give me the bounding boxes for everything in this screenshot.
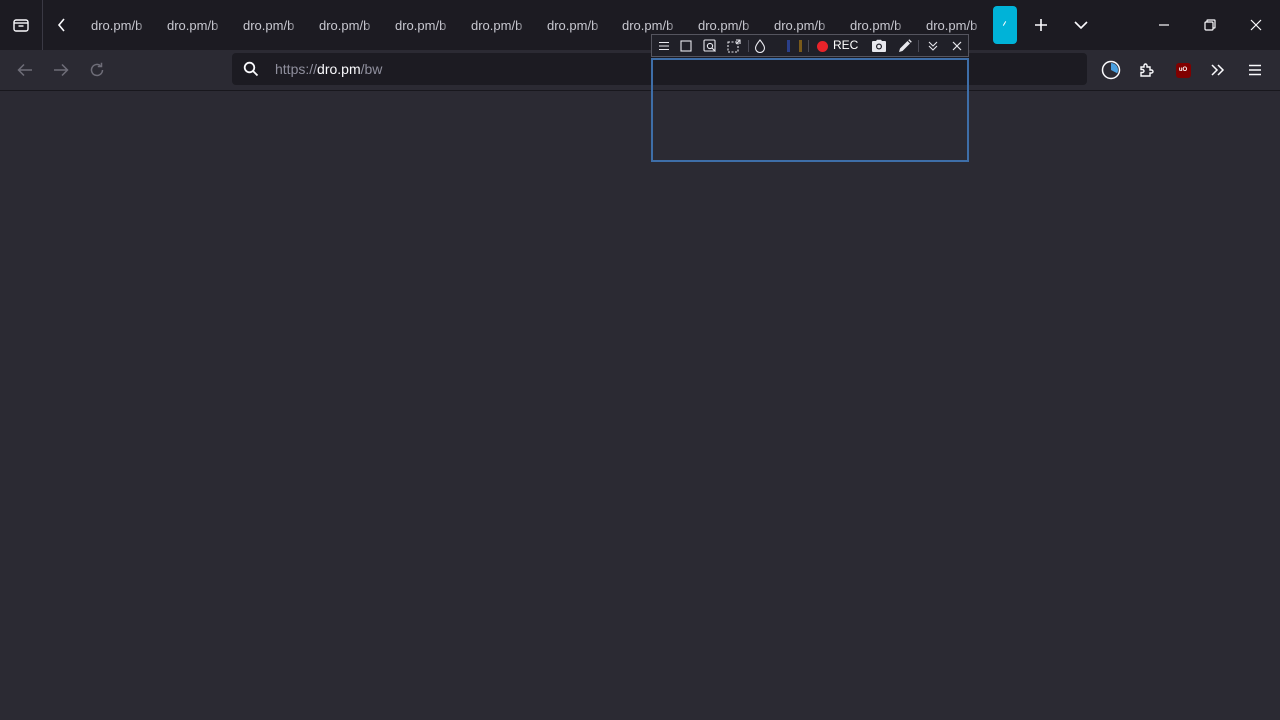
tab[interactable]: dro.pm/b — [471, 0, 533, 50]
resize-region-icon[interactable] — [725, 37, 743, 55]
capture-toolbar: REC — [651, 34, 969, 57]
puzzle-icon[interactable] — [1134, 57, 1160, 83]
tab-divider — [42, 0, 43, 50]
tab-list-icon[interactable] — [8, 12, 34, 38]
zoom-region-icon[interactable] — [701, 37, 719, 55]
tab[interactable]: dro.pm/b — [91, 0, 153, 50]
arrow-left-icon[interactable] — [12, 57, 38, 83]
camera-icon[interactable] — [870, 37, 888, 55]
tab-label: dro.pm/b — [850, 17, 902, 33]
tab[interactable]: dro.pm/b — [167, 0, 229, 50]
tab[interactable]: dro.pm/b — [319, 0, 381, 50]
arrow-right-icon[interactable] — [48, 57, 74, 83]
toolbar-divider — [918, 40, 919, 52]
url-text[interactable]: https://dro.pm/bw — [275, 61, 382, 77]
chevron-down-icon[interactable] — [1068, 12, 1094, 38]
url-path: /bw — [360, 61, 383, 77]
toolbar-divider — [748, 40, 749, 52]
rectangle-select-icon[interactable] — [677, 37, 695, 55]
color-swatch[interactable] — [799, 40, 802, 52]
tab-label: dro.pm/b — [319, 17, 371, 33]
record-label[interactable]: REC — [833, 39, 858, 52]
tab-label: dro.pm/b — [698, 17, 750, 33]
restore-icon[interactable] — [1197, 12, 1223, 38]
tab[interactable]: dro.pm/b — [547, 0, 609, 50]
double-chevron-right-icon[interactable] — [1205, 57, 1231, 83]
tab-label: dro.pm/b — [91, 17, 143, 33]
tab-label: dro.pm/b — [471, 17, 523, 33]
color-picker-icon[interactable] — [751, 37, 769, 55]
close-icon[interactable] — [1243, 12, 1269, 38]
reload-icon[interactable] — [84, 57, 110, 83]
tab-label: dro.pm/b — [243, 17, 295, 33]
url-scheme: https:// — [275, 61, 318, 77]
navigation-toolbar: https://dro.pm/bw uO — [0, 50, 1280, 91]
tab-label: dro.pm/b — [926, 17, 978, 33]
page-content — [0, 91, 1280, 720]
tab-loading-indicator — [1002, 21, 1007, 26]
tab-label: dro.pm/b — [622, 17, 674, 33]
tab[interactable]: dro.pm/b — [395, 0, 457, 50]
pencil-icon[interactable] — [896, 37, 914, 55]
pie-chart-icon[interactable] — [1098, 57, 1124, 83]
tab[interactable]: dro.pm/b — [243, 0, 305, 50]
minimize-icon[interactable] — [1151, 12, 1177, 38]
search-icon — [243, 61, 259, 77]
toolbar-divider — [808, 40, 809, 52]
close-icon[interactable] — [948, 37, 966, 55]
color-swatch[interactable] — [787, 40, 790, 52]
url-host: dro.pm — [317, 61, 361, 77]
record-button[interactable] — [813, 37, 831, 55]
record-icon — [816, 40, 828, 52]
tab-bar: dro.pm/b dro.pm/b dro.pm/b dro.pm/b dro.… — [0, 0, 1280, 50]
chevron-left-icon[interactable] — [50, 12, 74, 38]
tab-label: dro.pm/b — [395, 17, 447, 33]
tab-label: dro.pm/b — [167, 17, 219, 33]
double-chevron-down-icon[interactable] — [924, 37, 942, 55]
plus-icon[interactable] — [1028, 12, 1054, 38]
ublock-icon[interactable]: uO — [1170, 57, 1196, 83]
tab-label: dro.pm/b — [547, 17, 599, 33]
capture-region[interactable] — [651, 58, 969, 162]
active-tab[interactable] — [993, 6, 1017, 44]
hamburger-icon[interactable] — [655, 37, 673, 55]
hamburger-icon[interactable] — [1242, 57, 1268, 83]
tab-label: dro.pm/b — [774, 17, 826, 33]
ublock-badge: uO — [1175, 62, 1191, 78]
